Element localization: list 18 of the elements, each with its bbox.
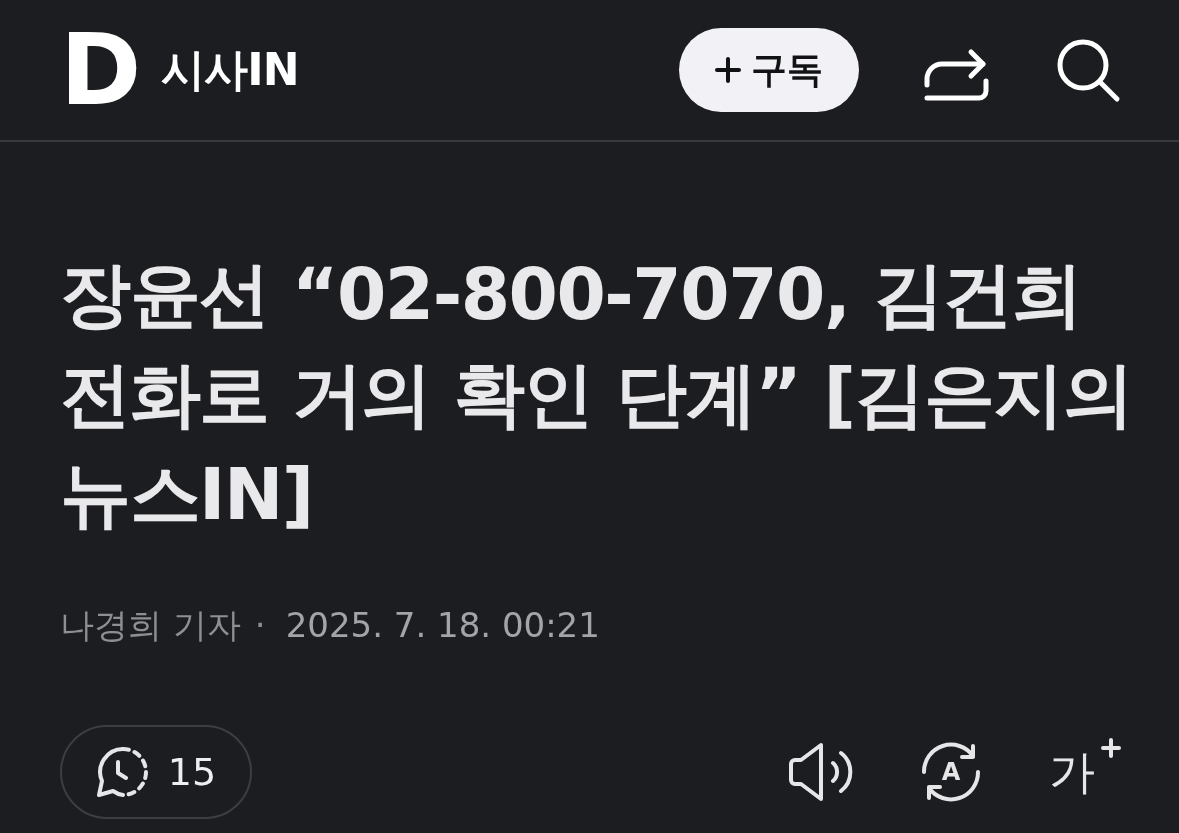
translate-button[interactable]: A xyxy=(919,740,983,804)
plus-icon xyxy=(715,57,741,83)
site-name: 시사IN xyxy=(161,42,299,97)
search-icon xyxy=(1055,37,1121,103)
article-title: 장윤선 “02-800-7070, 김건희 전화로 거의 확인 단계” [김은지의 뉴스IN] xyxy=(60,252,1134,538)
clock-bubble-icon xyxy=(95,745,150,799)
logo-letter: D xyxy=(60,30,140,110)
circular-arrows-icon xyxy=(919,740,983,804)
subscribe-button[interactable]: 구독 xyxy=(679,28,859,112)
byline-separator: · xyxy=(254,604,266,647)
plus-icon xyxy=(1101,738,1121,758)
author-name: 나경희 기자 xyxy=(60,604,241,647)
search-button[interactable] xyxy=(1055,37,1121,103)
font-size-button[interactable]: 가 xyxy=(1049,742,1121,802)
speaker-icon xyxy=(787,742,853,802)
speaker-button[interactable] xyxy=(787,742,853,802)
comments-button[interactable]: 15 xyxy=(60,725,252,819)
publish-date: 2025. 7. 18. 00:21 xyxy=(285,604,600,647)
